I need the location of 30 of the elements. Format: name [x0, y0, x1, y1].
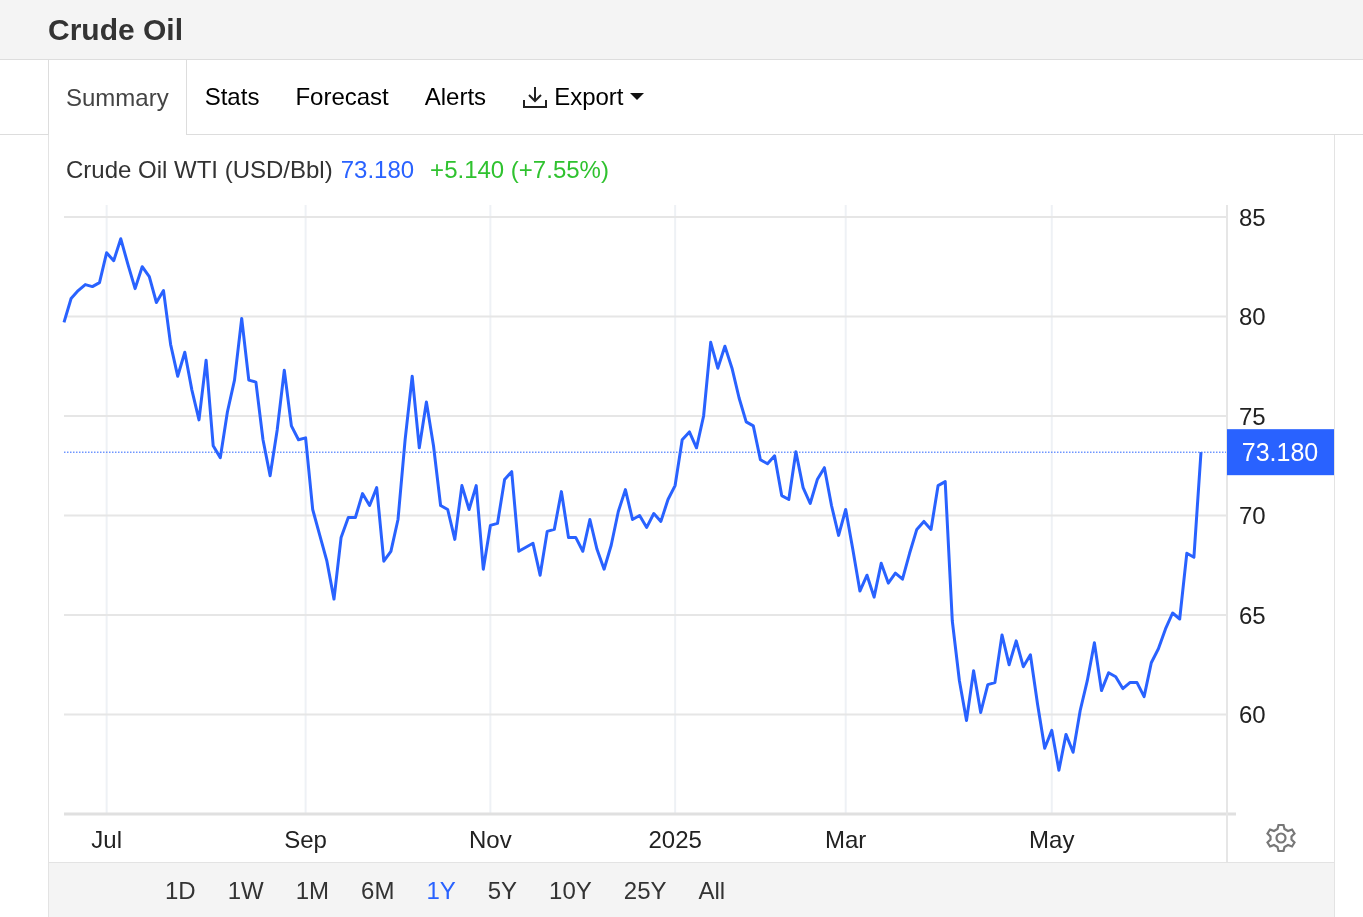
axis-label: 85 [1239, 205, 1266, 231]
axis-label: Nov [469, 826, 512, 853]
range-button[interactable]: 1M [279, 873, 346, 909]
range-button[interactable]: 25Y [607, 873, 683, 909]
axis-label: Sep [284, 826, 327, 853]
range-button[interactable]: 1Y [410, 873, 472, 909]
axis-label: 65 [1239, 602, 1266, 629]
range-button[interactable]: All [682, 873, 742, 909]
range-button[interactable]: 6M [345, 873, 411, 909]
range-button[interactable]: 1D [149, 873, 212, 909]
axis-label: 75 [1239, 402, 1266, 430]
range-button[interactable]: 10Y [533, 873, 608, 909]
settings-icon[interactable] [1266, 823, 1296, 853]
price-tag: 73.180 [1227, 429, 1334, 476]
price-change: +5.140 (+7.55%) [430, 156, 609, 184]
instrument-name: Crude Oil WTI (USD/Bbl) [66, 156, 333, 184]
axis-label: 2025 [648, 826, 702, 853]
axis-label: Mar [825, 826, 867, 853]
range-button[interactable]: 5Y [471, 873, 534, 909]
axis-label: Jul [91, 826, 122, 853]
price-value: 73.180 [340, 156, 415, 184]
caret-icon [629, 93, 644, 101]
axis-label: 80 [1239, 303, 1266, 331]
axis-label: 60 [1239, 701, 1266, 729]
axis-label: May [1029, 826, 1075, 853]
axis-label: 70 [1239, 502, 1266, 530]
download-icon [522, 85, 549, 109]
range-button[interactable]: 1W [211, 873, 280, 909]
page-title: Crude Oil [48, 12, 183, 47]
tab[interactable]: Summary [48, 60, 187, 135]
